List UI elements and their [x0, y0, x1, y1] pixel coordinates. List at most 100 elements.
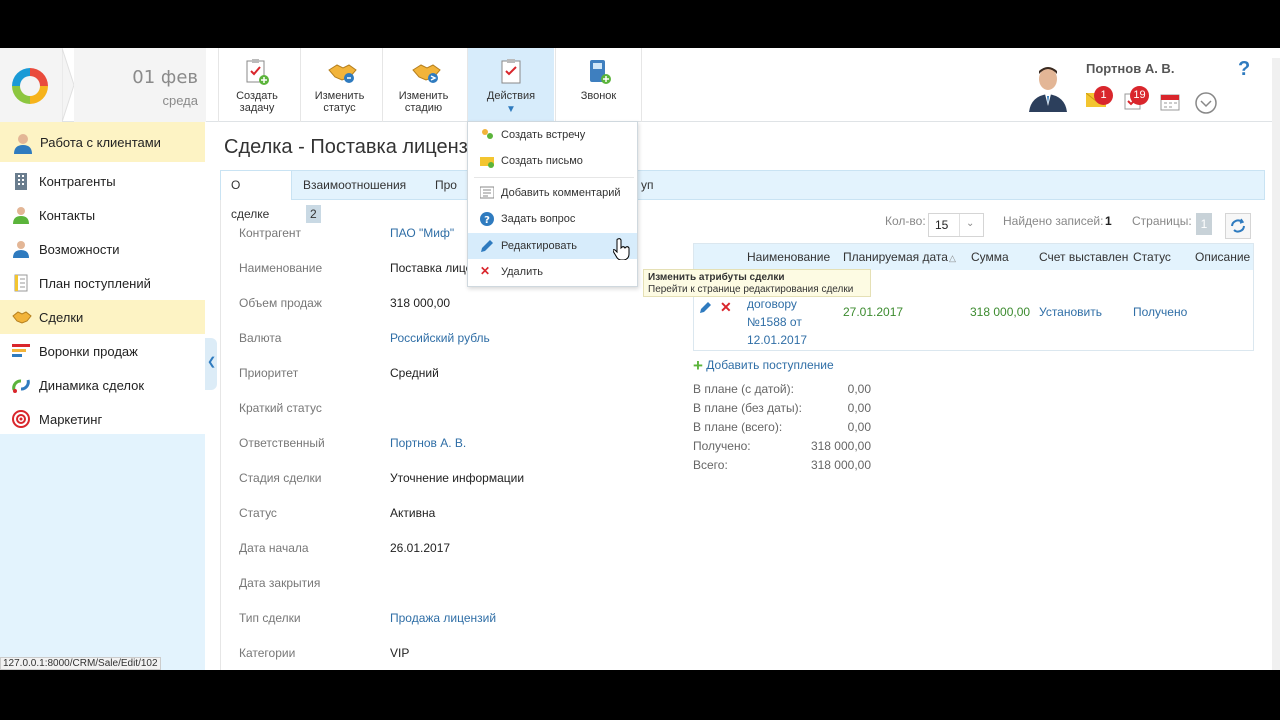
user-menu-chevron-icon[interactable] — [1195, 92, 1217, 119]
toolbar-divider — [641, 48, 642, 122]
add-income-button[interactable]: + Добавить поступление — [693, 354, 834, 375]
call-button[interactable]: Звонок — [555, 48, 641, 122]
sidebar-item-label: Возможности — [39, 242, 120, 257]
tasks-count-badge: 19 — [1130, 86, 1149, 105]
row-status: Получено — [1133, 305, 1188, 319]
tab-relations[interactable]: Взаимоотношения2 — [293, 171, 425, 223]
sidebar-item-deal-dynamics[interactable]: Динамика сделок — [0, 368, 205, 402]
field-label: Статус — [239, 506, 277, 520]
menu-item-label: Редактировать — [501, 240, 577, 252]
tab-label: Про — [435, 178, 457, 192]
edit-tooltip: Изменить атрибуты сделки Перейти к стран… — [643, 269, 871, 297]
help-icon[interactable]: ? — [1238, 58, 1250, 81]
top-header: 01 фев среда Создать задачу Изменить ста… — [0, 48, 1280, 122]
menu-item-create-letter[interactable]: Создать письмо — [468, 148, 637, 174]
opportunity-person-icon — [12, 240, 30, 258]
field-value: 26.01.2017 — [390, 541, 451, 555]
sidebar-section-clients[interactable]: Работа с клиентами — [0, 122, 205, 162]
field-value: Средний — [390, 366, 439, 380]
summary-row: Всего: 318 000,00 — [693, 458, 871, 472]
page-scrollbar[interactable] — [1272, 58, 1280, 670]
sidebar-item-sales-funnels[interactable]: Воронки продаж — [0, 334, 205, 368]
field-label: Категории — [239, 646, 296, 660]
col-header-name[interactable]: Наименование — [747, 250, 830, 264]
field-value-link[interactable]: Российский рубль — [390, 331, 490, 345]
sidebar-section-label: Работа с клиентами — [40, 135, 161, 150]
found-count: 1 — [1105, 214, 1112, 228]
summary-label: В плане (всего): — [693, 420, 783, 434]
change-stage-button[interactable]: Изменить стадию — [382, 48, 464, 122]
chevron-left-icon: ❮ — [207, 356, 217, 368]
target-icon — [12, 410, 30, 428]
task-add-icon — [244, 58, 270, 86]
menu-item-label: Создать встречу — [501, 129, 586, 141]
change-status-label: Изменить статус — [314, 90, 365, 114]
summary-row: В плане (с датой): 0,00 — [693, 382, 871, 396]
field-value-link[interactable]: ПАО "Миф" — [390, 226, 454, 240]
current-weekday: среда — [162, 93, 199, 108]
field-label: Стадия сделки — [239, 471, 322, 485]
menu-item-add-comment[interactable]: Добавить комментарий — [468, 180, 637, 206]
actions-button[interactable]: Действия ▼ — [467, 48, 554, 122]
col-header-sum[interactable]: Сумма — [971, 250, 1009, 264]
date-panel: 01 фев среда — [74, 48, 206, 122]
sidebar-item-label: План поступлений — [39, 276, 151, 291]
sidebar-item-income-plan[interactable]: План поступлений — [0, 266, 205, 300]
plus-icon: + — [693, 356, 703, 375]
tab-about-deal[interactable]: О сделке — [221, 171, 292, 221]
user-name[interactable]: Портнов А. В. — [1086, 61, 1174, 76]
create-task-button[interactable]: Создать задачу — [218, 48, 295, 122]
delete-row-icon[interactable]: ✕ — [720, 299, 732, 316]
menu-item-edit[interactable]: Редактировать — [468, 233, 637, 259]
summary-label: В плане (с датой): — [693, 382, 794, 396]
field-label: Ответственный — [239, 436, 325, 450]
field-label: Дата закрытия — [239, 576, 321, 590]
pages-label: Страницы: — [1132, 214, 1192, 228]
sidebar-collapse-toggle[interactable]: ❮ — [205, 338, 217, 390]
row-planned-date: 27.01.2017 — [843, 305, 904, 319]
col-header-description[interactable]: Описание — [1195, 250, 1250, 264]
chevron-down-icon: ▼ — [506, 104, 516, 115]
handshake-stage-icon — [411, 58, 441, 86]
refresh-icon[interactable] — [1225, 213, 1251, 239]
edit-row-pencil-icon[interactable] — [698, 301, 712, 318]
col-header-planned-date[interactable]: Планируемая дата — [843, 250, 948, 264]
pencil-icon — [480, 239, 494, 253]
field-label: Валюта — [239, 331, 282, 345]
letter-icon — [480, 154, 494, 168]
page-button[interactable]: 1 — [1196, 213, 1212, 235]
qty-select[interactable]: 15 ⌄ — [928, 213, 984, 237]
menu-item-create-meeting[interactable]: Создать встречу — [468, 122, 637, 148]
sidebar-item-marketing[interactable]: Маркетинг — [0, 402, 205, 436]
handshake-icon — [12, 308, 32, 326]
calendar-icon[interactable] — [1160, 93, 1180, 116]
row-invoice-link[interactable]: Установить — [1039, 305, 1102, 319]
menu-item-delete[interactable]: ✕ Удалить — [468, 259, 637, 285]
create-task-label: Создать задачу — [236, 90, 278, 114]
menu-item-ask-question[interactable]: ? Задать вопрос — [468, 206, 637, 232]
col-header-invoice[interactable]: Счет выставлен — [1039, 250, 1128, 264]
sidebar-item-contacts[interactable]: Контакты — [0, 198, 205, 232]
field-value-link[interactable]: Портнов А. В. — [390, 436, 466, 450]
page-title: Сделка - Поставка лицензий — [224, 136, 491, 158]
field-value-link[interactable]: Продажа лицензий — [390, 611, 496, 625]
user-avatar[interactable] — [1025, 60, 1071, 112]
actions-clipboard-icon — [498, 58, 524, 86]
app-logo[interactable] — [0, 48, 62, 122]
field-value: Активна — [390, 506, 436, 520]
col-header-status[interactable]: Статус — [1133, 250, 1171, 264]
menu-item-label: Задать вопрос — [501, 213, 576, 225]
menu-item-label: Добавить комментарий — [501, 187, 621, 199]
sidebar-item-counterparties[interactable]: Контрагенты — [0, 164, 205, 198]
change-status-button[interactable]: Изменить статус — [300, 48, 378, 122]
qty-value: 15 — [935, 218, 949, 232]
call-label: Звонок — [580, 90, 617, 102]
summary-value: 0,00 — [847, 420, 871, 434]
field-label: Наименование — [239, 261, 323, 275]
sidebar-item-deals[interactable]: Сделки — [0, 300, 205, 334]
row-name-line: №1588 от — [747, 315, 802, 329]
contact-person-icon — [12, 206, 30, 224]
row-name-link[interactable]: договору №1588 от 12.01.2017 — [747, 295, 807, 349]
sidebar-item-label: Воронки продаж — [39, 344, 138, 359]
sidebar-item-opportunities[interactable]: Возможности — [0, 232, 205, 266]
